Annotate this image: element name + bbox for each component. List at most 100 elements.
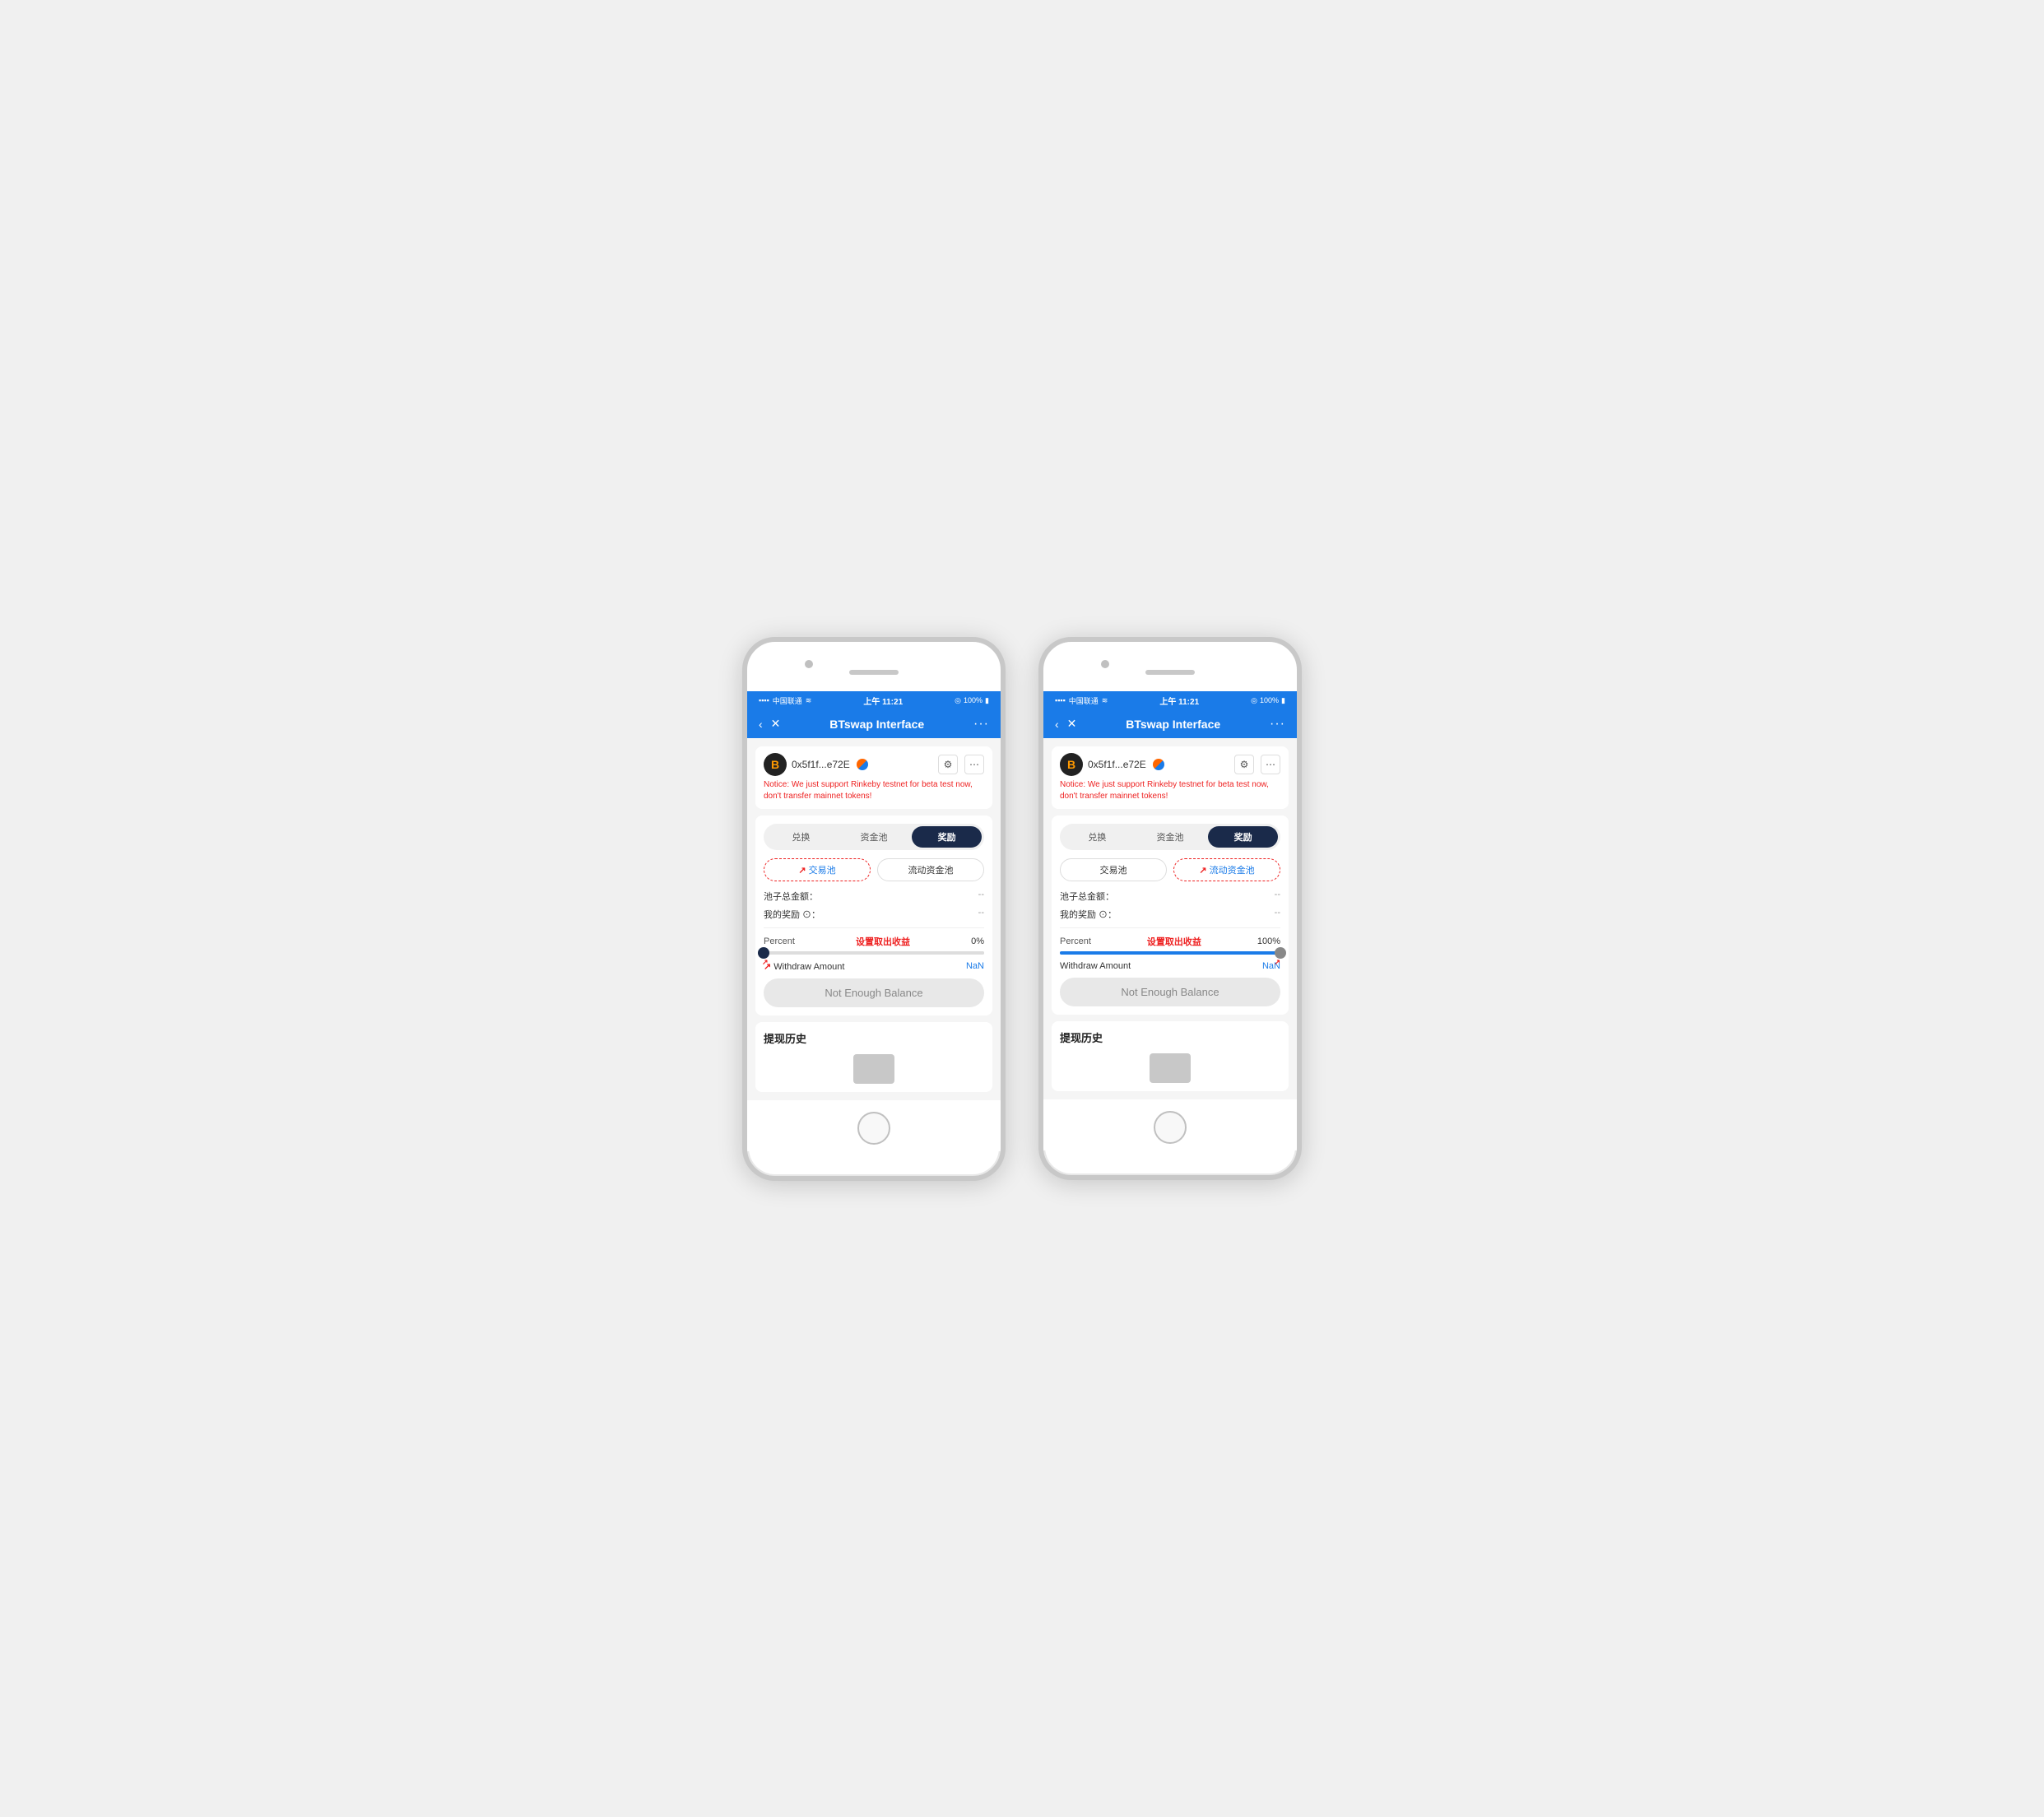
nav-left: ‹ ✕ <box>759 717 780 731</box>
empty-box <box>1150 1053 1191 1083</box>
location-icon: ◎ <box>1251 696 1257 705</box>
slider-percent: 100% <box>1257 936 1280 946</box>
status-bar: ▪▪▪▪ 中国联通 ≋ 上午 11:21 ◎ 100% ▮ <box>1043 691 1297 710</box>
empty-history-icon <box>764 1054 984 1084</box>
location-icon: ◎ <box>955 696 961 705</box>
slider-track[interactable]: ↗ <box>764 951 984 955</box>
nav-title: BTswap Interface <box>829 718 924 731</box>
my-reward-value: -- <box>1275 908 1280 921</box>
battery-percent: 100% <box>964 696 983 704</box>
nav-left: ‹ ✕ <box>1055 717 1076 731</box>
tab-bar: 兑换 资金池 奖励 <box>764 824 984 850</box>
status-time: 上午 11:21 <box>863 695 903 707</box>
back-button[interactable]: ‹ <box>1055 718 1059 731</box>
my-reward-row: 我的奖励 ⊙： -- <box>1060 908 1280 921</box>
red-arrow-icon: ↗ <box>1199 866 1206 876</box>
withdraw-value: NaN <box>966 961 984 972</box>
speaker <box>1145 670 1195 675</box>
home-button[interactable] <box>857 1112 890 1145</box>
divider <box>1060 927 1280 928</box>
slider-track[interactable]: ↗ <box>1060 951 1280 955</box>
slider-section: Percent 设置取出收益 0% ↗ <box>764 935 984 955</box>
tab-bar: 兑换 资金池 奖励 <box>1060 824 1280 850</box>
speaker <box>849 670 899 675</box>
tab-0[interactable]: 兑换 <box>766 826 836 848</box>
account-address: 0x5f1f...e72E <box>1088 759 1146 770</box>
slider-fill <box>764 951 984 955</box>
tab-2[interactable]: 奖励 <box>1208 826 1278 848</box>
balance-button[interactable]: Not Enough Balance <box>1060 978 1280 1006</box>
my-reward-label: 我的奖励 ⊙： <box>1060 908 1117 921</box>
signal-icon: ▪▪▪▪ <box>1055 696 1066 704</box>
slider-thumb[interactable] <box>758 947 769 959</box>
slider-header: Percent 设置取出收益 100% <box>1060 935 1280 948</box>
account-row: B 0x5f1f...e72E ⚙ ⋯ <box>1060 753 1280 776</box>
menu-icon[interactable]: ⋯ <box>964 755 984 774</box>
phone-right: ▪▪▪▪ 中国联通 ≋ 上午 11:21 ◎ 100% ▮ ‹ ✕ BTswap… <box>1038 637 1302 1180</box>
slider-arrow-right: ↗ <box>1274 958 1280 967</box>
balance-button[interactable]: Not Enough Balance <box>764 978 984 1007</box>
camera <box>805 660 813 668</box>
sub-tab-0[interactable]: ↗ 交易池 <box>764 858 871 881</box>
btc-icon: B <box>1060 753 1083 776</box>
divider <box>764 927 984 928</box>
slider-header: Percent 设置取出收益 0% <box>764 935 984 948</box>
main-card: 兑换 资金池 奖励 交易池 <box>1052 816 1289 1015</box>
account-badge <box>1153 759 1164 770</box>
history-title: 提现历史 <box>764 1030 984 1046</box>
menu-icon[interactable]: ⋯ <box>1261 755 1280 774</box>
camera <box>1101 660 1109 668</box>
nav-bar: ‹ ✕ BTswap Interface ··· <box>1043 710 1297 738</box>
empty-history-icon <box>1060 1053 1280 1083</box>
header-card: B 0x5f1f...e72E ⚙ ⋯ Notice: We just supp… <box>755 746 992 809</box>
tab-1[interactable]: 资金池 <box>839 826 909 848</box>
status-right: ◎ 100% ▮ <box>955 696 989 705</box>
wifi-icon: ≋ <box>1102 696 1108 705</box>
more-button[interactable]: ··· <box>973 717 989 732</box>
slider-thumb[interactable] <box>1275 947 1286 959</box>
withdraw-label: ↗ Withdraw Amount <box>764 961 844 972</box>
phone-left: ▪▪▪▪ 中国联通 ≋ 上午 11:21 ◎ 100% ▮ ‹ ✕ BTswap… <box>742 637 1006 1181</box>
slider-percent: 0% <box>971 936 984 946</box>
carrier-name: 中国联通 <box>773 695 802 706</box>
account-address: 0x5f1f...e72E <box>792 759 850 770</box>
nav-bar: ‹ ✕ BTswap Interface ··· <box>747 710 1001 738</box>
slider-label: Percent <box>764 936 795 946</box>
more-button[interactable]: ··· <box>1270 717 1285 732</box>
back-button[interactable]: ‹ <box>759 718 763 731</box>
pool-total-label: 池子总金额： <box>1060 890 1114 903</box>
sub-tab-1[interactable]: 流动资金池 <box>877 858 984 881</box>
sub-tab-0[interactable]: 交易池 <box>1060 858 1167 881</box>
phone-bottom <box>747 1100 1001 1151</box>
history-title: 提现历史 <box>1060 1029 1280 1045</box>
tab-1[interactable]: 资金池 <box>1136 826 1205 848</box>
settings-icon[interactable]: ⚙ <box>1234 755 1254 774</box>
sub-tab-1[interactable]: ↗ 流动资金池 <box>1173 858 1280 881</box>
settings-icon[interactable]: ⚙ <box>938 755 958 774</box>
slider-section: Percent 设置取出收益 100% ↗ <box>1060 935 1280 955</box>
tab-2[interactable]: 奖励 <box>912 826 982 848</box>
home-button[interactable] <box>1154 1111 1187 1144</box>
history-card: 提现历史 <box>755 1022 992 1092</box>
status-time: 上午 11:21 <box>1159 695 1199 707</box>
phone-top <box>747 642 1001 691</box>
account-left: B 0x5f1f...e72E <box>1060 753 1164 776</box>
sub-tab-bar: 交易池 ↗ 流动资金池 <box>1060 858 1280 881</box>
close-button[interactable]: ✕ <box>1067 717 1077 731</box>
tab-0[interactable]: 兑换 <box>1062 826 1132 848</box>
slider-label: Percent <box>1060 936 1091 946</box>
notice-text: Notice: We just support Rinkeby testnet … <box>1060 779 1280 802</box>
withdraw-row: Withdraw Amount NaN <box>1060 961 1280 971</box>
status-bar: ▪▪▪▪ 中国联通 ≋ 上午 11:21 ◎ 100% ▮ <box>747 691 1001 710</box>
close-button[interactable]: ✕ <box>771 717 781 731</box>
my-reward-value: -- <box>978 908 984 921</box>
empty-box <box>853 1054 894 1084</box>
red-arrow-icon: ↗ <box>798 866 806 876</box>
slider-fill <box>1060 951 1280 955</box>
pool-total-value: -- <box>978 890 984 903</box>
my-reward-label: 我的奖励 ⊙： <box>764 908 820 921</box>
btc-icon: B <box>764 753 787 776</box>
account-left: B 0x5f1f...e72E <box>764 753 868 776</box>
phone-top <box>1043 642 1297 691</box>
account-icons: ⚙ ⋯ <box>1234 755 1280 774</box>
